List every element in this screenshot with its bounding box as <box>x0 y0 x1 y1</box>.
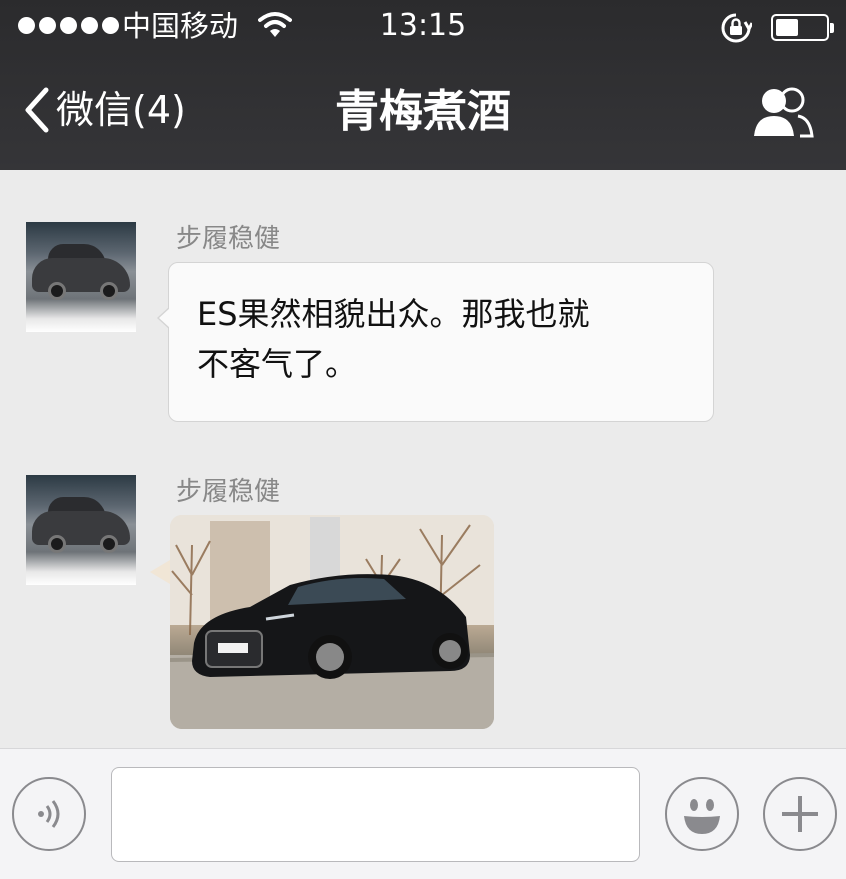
chat-history[interactable]: 步履稳健 ES果然相貌出众。那我也就 不客气了。 步履稳健 <box>0 170 846 748</box>
avatar[interactable] <box>26 222 136 332</box>
sender-name: 步履稳健 <box>176 477 281 507</box>
voice-icon <box>38 800 60 828</box>
message-text-line: ES果然相貌出众。那我也就 <box>197 295 590 333</box>
battery-level <box>776 19 798 36</box>
navigation-bar: 微信(4) 青梅煮酒 <box>0 52 846 170</box>
top-bar: 中国移动 13:15 微信(4) 青梅煮酒 <box>0 0 846 170</box>
rotation-lock-icon <box>720 12 754 48</box>
emoji-icon <box>684 799 720 834</box>
chat-title: 青梅煮酒 <box>335 86 511 137</box>
input-bar <box>0 748 846 879</box>
message-bubble[interactable]: ES果然相貌出众。那我也就 不客气了。 <box>157 262 714 422</box>
status-bar: 中国移动 13:15 <box>0 0 846 52</box>
emoji-button[interactable] <box>665 777 739 851</box>
more-button[interactable] <box>763 777 837 851</box>
message-image[interactable] <box>170 515 494 729</box>
message-input[interactable] <box>111 767 640 862</box>
avatar[interactable] <box>26 475 136 585</box>
group-members-button[interactable] <box>752 86 814 142</box>
group-members-icon <box>754 87 814 138</box>
battery-icon <box>771 14 834 41</box>
voice-button[interactable] <box>12 777 86 851</box>
message-text-line: 不客气了。 <box>197 345 358 383</box>
plus-icon <box>782 796 818 832</box>
sender-name: 步履稳健 <box>176 224 281 254</box>
